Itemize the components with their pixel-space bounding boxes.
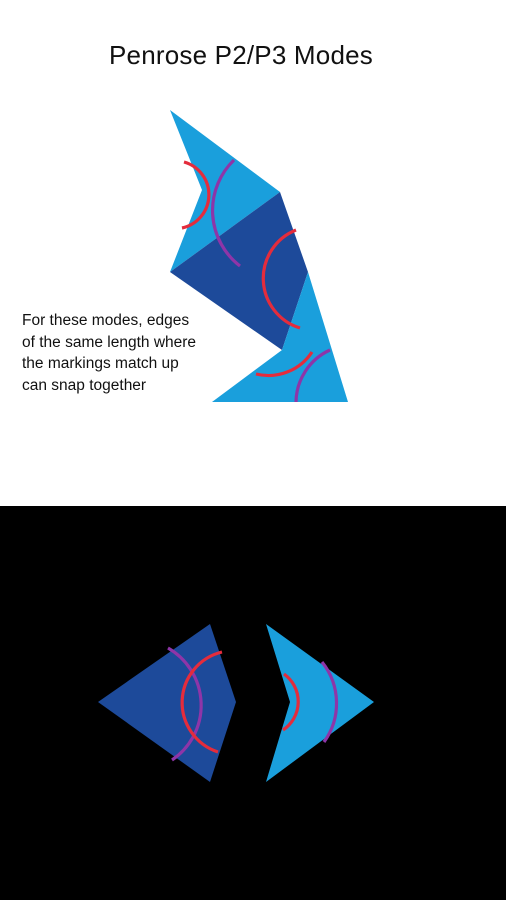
light-dart-right	[266, 624, 374, 782]
snapped-tiles-illustration	[170, 110, 348, 403]
caption-line: the markings match up	[22, 355, 179, 372]
caption-line: For these modes, edges	[22, 312, 190, 329]
caption: For these modes, edges of the same lengt…	[22, 310, 252, 396]
dark-kite-left	[98, 624, 236, 782]
bottom-panel	[0, 506, 506, 900]
caption-line: of the same length where	[22, 333, 197, 351]
tile-pair-illustration	[98, 624, 374, 782]
caption-line: can snap together	[22, 376, 147, 394]
top-panel: Penrose P2/P3 Modes For these modes, edg…	[0, 0, 506, 506]
